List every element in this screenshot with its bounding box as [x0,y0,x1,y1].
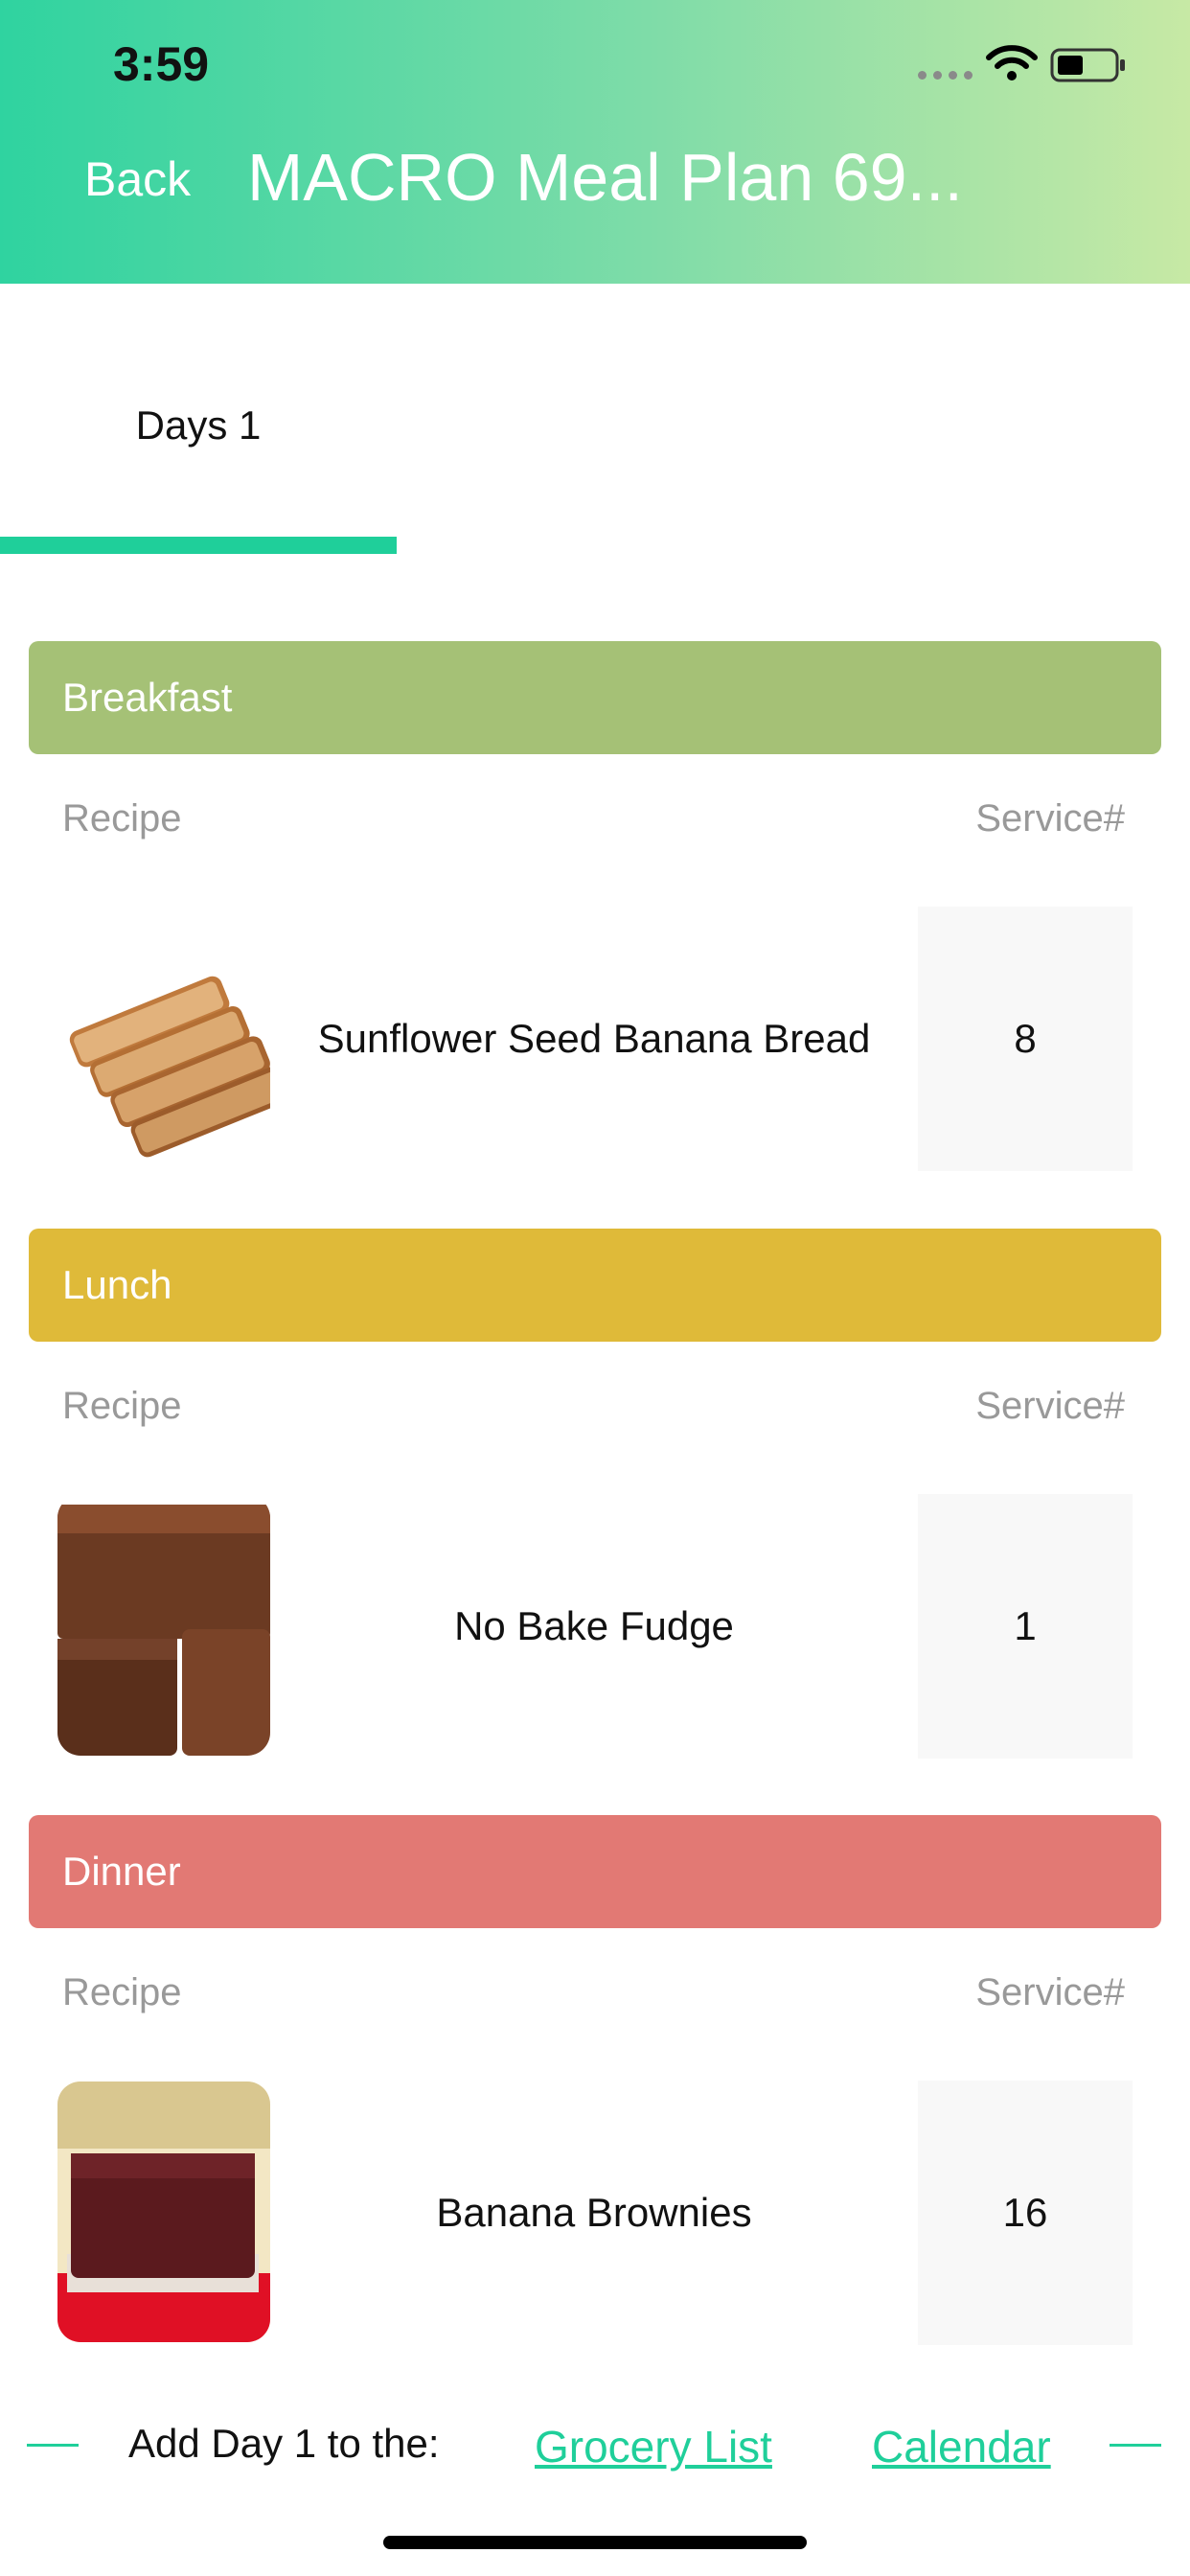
recipe-title[interactable]: Banana Brownies [287,2190,901,2236]
servings-field[interactable]: 8 [918,907,1133,1171]
add-day-footer: Add Day 1 to the: Grocery List Calendar [0,2415,1190,2472]
cellular-signal-icon [918,71,973,80]
calendar-link[interactable]: Calendar [872,2421,1051,2472]
recipe-image-banana-bread[interactable] [57,908,270,1168]
header-bar: 3:59 Back MACRO Meal Plan 69... [0,0,1190,284]
footer-divider-left [27,2444,79,2447]
recipe-column-label: Recipe [62,797,182,840]
section-header-breakfast: Breakfast [29,641,1161,754]
section-header-dinner: Dinner [29,1815,1161,1928]
recipe-image-brownies[interactable] [57,2082,270,2342]
recipe-column-label: Recipe [62,1971,182,2013]
back-button[interactable]: Back [84,151,191,207]
footer-divider-right [1110,2444,1161,2447]
battery-icon [1050,48,1125,82]
wifi-icon [986,45,1038,80]
section-header-lunch: Lunch [29,1229,1161,1342]
tab-days-1[interactable]: Days 1 [0,402,397,448]
page-title: MACRO Meal Plan 69... [247,140,963,215]
recipe-title[interactable]: No Bake Fudge [287,1603,901,1649]
service-column-label: Service# [975,1385,1125,1427]
tab-selected-indicator [0,537,397,554]
servings-field[interactable]: 16 [918,2081,1133,2345]
add-day-label: Add Day 1 to the: [128,2421,440,2466]
status-time: 3:59 [113,37,210,91]
recipe-image-fudge[interactable] [57,1495,270,1756]
service-column-label: Service# [975,797,1125,840]
recipe-column-label: Recipe [62,1385,182,1427]
recipe-title[interactable]: Sunflower Seed Banana Bread [287,1016,901,1062]
grocery-list-link[interactable]: Grocery List [535,2421,772,2472]
servings-field[interactable]: 1 [918,1494,1133,1759]
home-indicator[interactable] [383,2536,807,2549]
service-column-label: Service# [975,1971,1125,2013]
